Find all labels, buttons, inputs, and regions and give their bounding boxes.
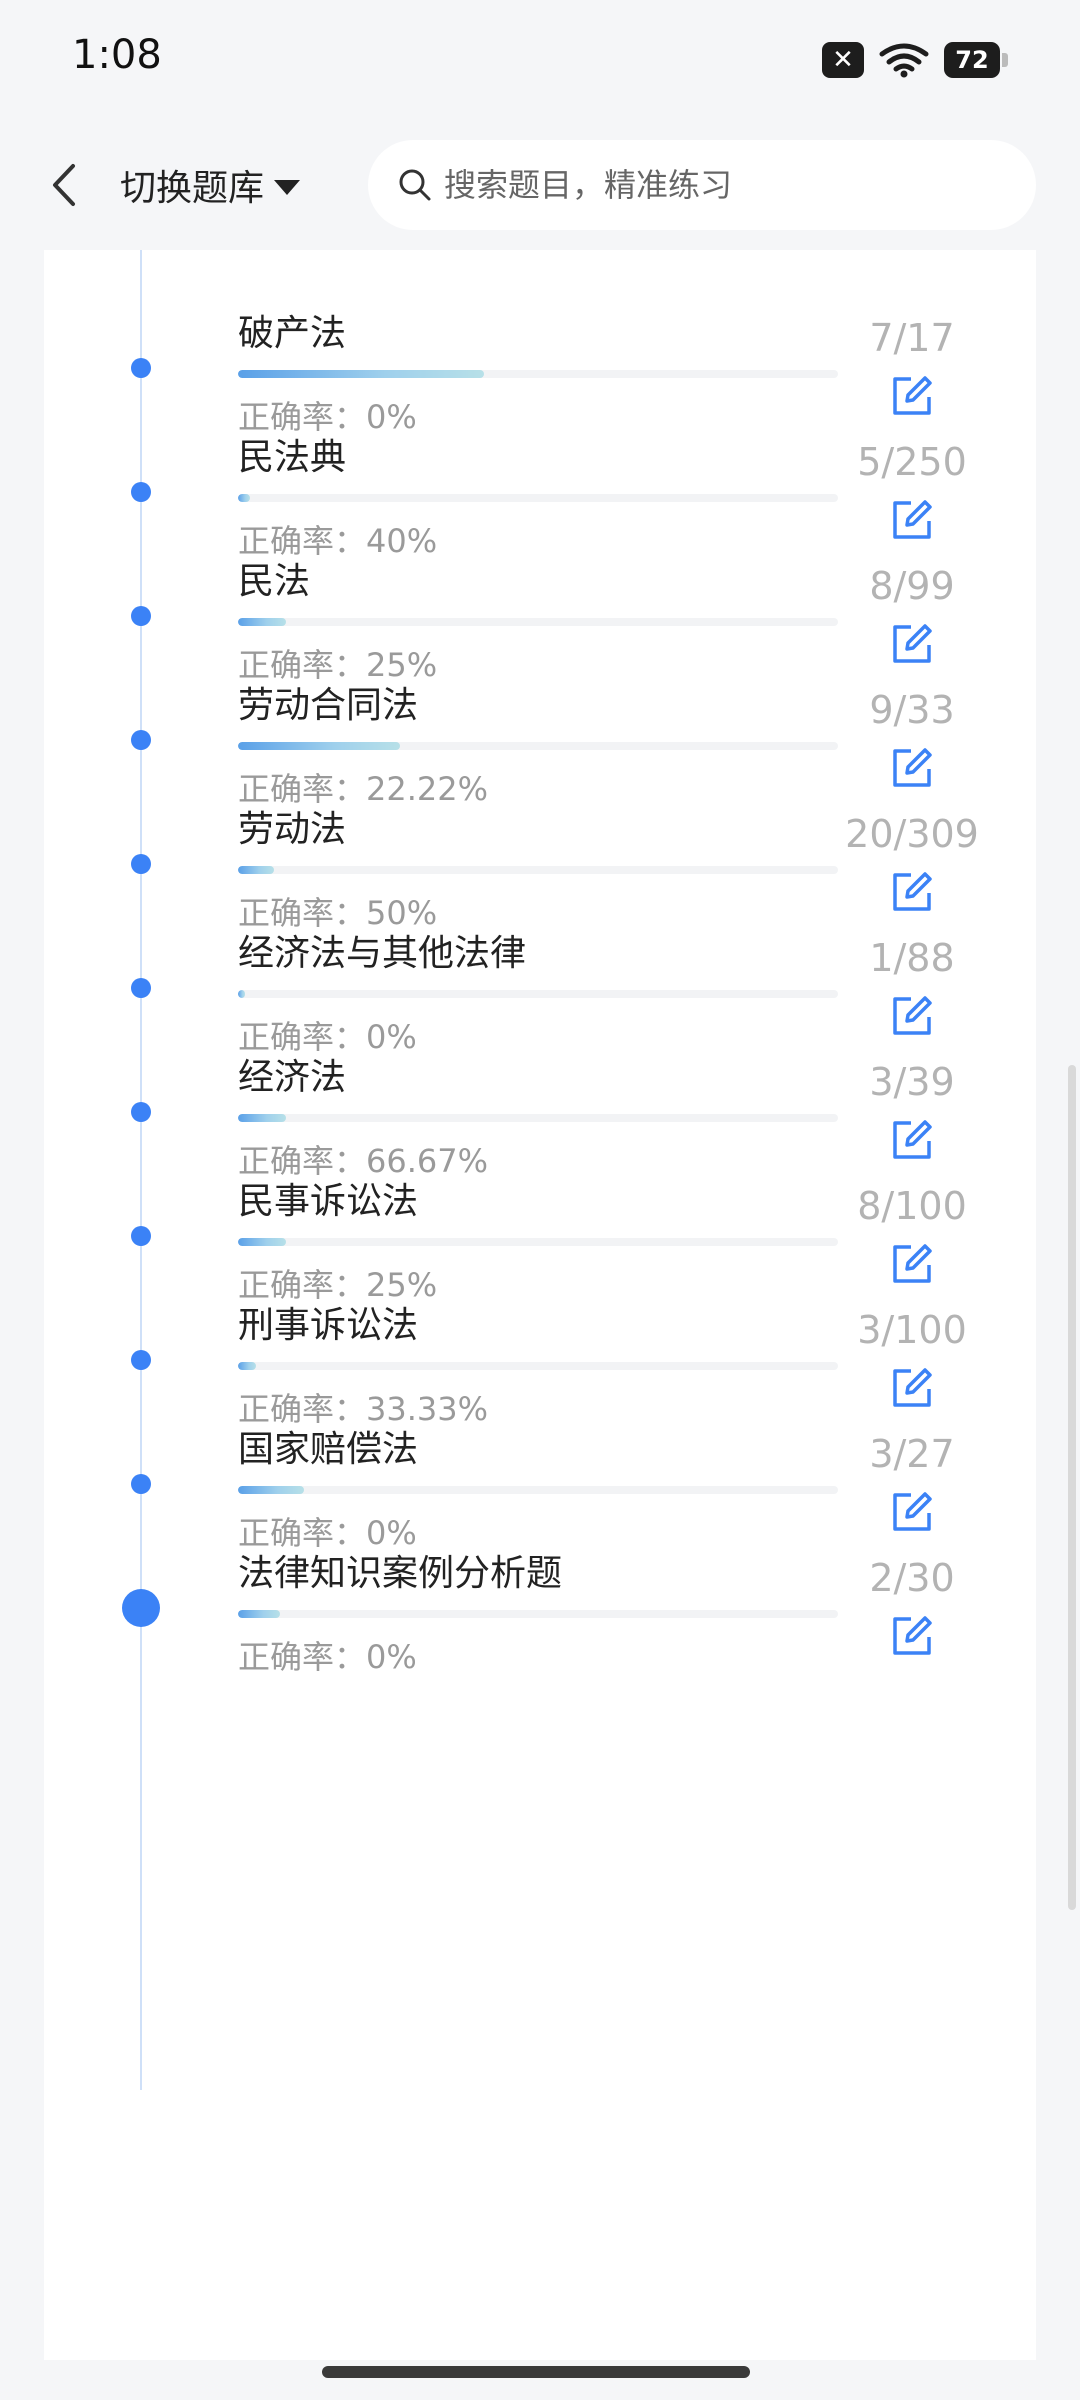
- topic-title: 民法: [238, 561, 311, 602]
- header-bar: 切换题库: [0, 120, 1080, 250]
- progress-count: 1/88: [869, 936, 955, 980]
- timeline-dot: [122, 1589, 160, 1627]
- topic-title: 法律知识案例分析题: [238, 1553, 563, 1594]
- progress-count: 3/27: [869, 1432, 955, 1476]
- edit-button[interactable]: [890, 1614, 934, 1658]
- switch-question-bank-label: 切换题库: [120, 168, 265, 209]
- progress-track: [238, 1610, 838, 1618]
- progress-count: 2/30: [869, 1556, 955, 1600]
- caret-down-icon: [274, 179, 301, 195]
- switch-question-bank-button[interactable]: 切换题库: [120, 150, 301, 220]
- chevron-left-icon: [53, 164, 75, 206]
- status-time: 1:08: [72, 32, 162, 78]
- progress-count: 20/309: [845, 812, 979, 856]
- topic-item[interactable]: 法律知识案例分析题 正确率：0% 2/30: [44, 1490, 1036, 1680]
- progress-count: 9/33: [869, 688, 955, 732]
- topic-title: 破产法: [238, 313, 347, 354]
- topic-title: 刑事诉讼法: [238, 1305, 419, 1346]
- search-bar[interactable]: [368, 140, 1036, 230]
- progress-count: 8/100: [857, 1184, 967, 1228]
- status-icons: ✕ 72: [822, 40, 1008, 80]
- progress-count: 5/250: [857, 440, 967, 484]
- edit-icon: [893, 1616, 932, 1655]
- topic-list-card: 破产法 正确率：0% 7/17 民法典 正确率：40% 5/250 民法 正确率…: [44, 250, 1036, 2360]
- progress-fill: [238, 1610, 280, 1618]
- wifi-icon: [879, 43, 929, 78]
- progress-count: 3/100: [857, 1308, 967, 1352]
- topic-title: 国家赔偿法: [238, 1429, 419, 1470]
- topic-title: 民事诉讼法: [238, 1181, 419, 1222]
- progress-count: 8/99: [869, 564, 955, 608]
- search-icon: [399, 169, 431, 201]
- progress-count: 7/17: [869, 316, 955, 360]
- back-button[interactable]: [36, 154, 92, 216]
- topic-title: 民法典: [238, 437, 347, 478]
- topic-title: 经济法: [238, 1057, 347, 1098]
- status-bar: 1:08 ✕ 72: [0, 0, 1080, 120]
- search-input[interactable]: [442, 165, 1006, 205]
- battery-icon: 72: [944, 42, 1008, 78]
- home-indicator[interactable]: [322, 2366, 750, 2378]
- topic-title: 劳动合同法: [238, 685, 419, 726]
- x-box-icon: ✕: [822, 42, 864, 78]
- scrollbar[interactable]: [1068, 1065, 1076, 1910]
- accuracy-text: 正确率：0%: [238, 1638, 417, 1676]
- topic-title: 劳动法: [238, 809, 347, 850]
- progress-count: 3/39: [869, 1060, 955, 1104]
- topic-title: 经济法与其他法律: [238, 933, 527, 974]
